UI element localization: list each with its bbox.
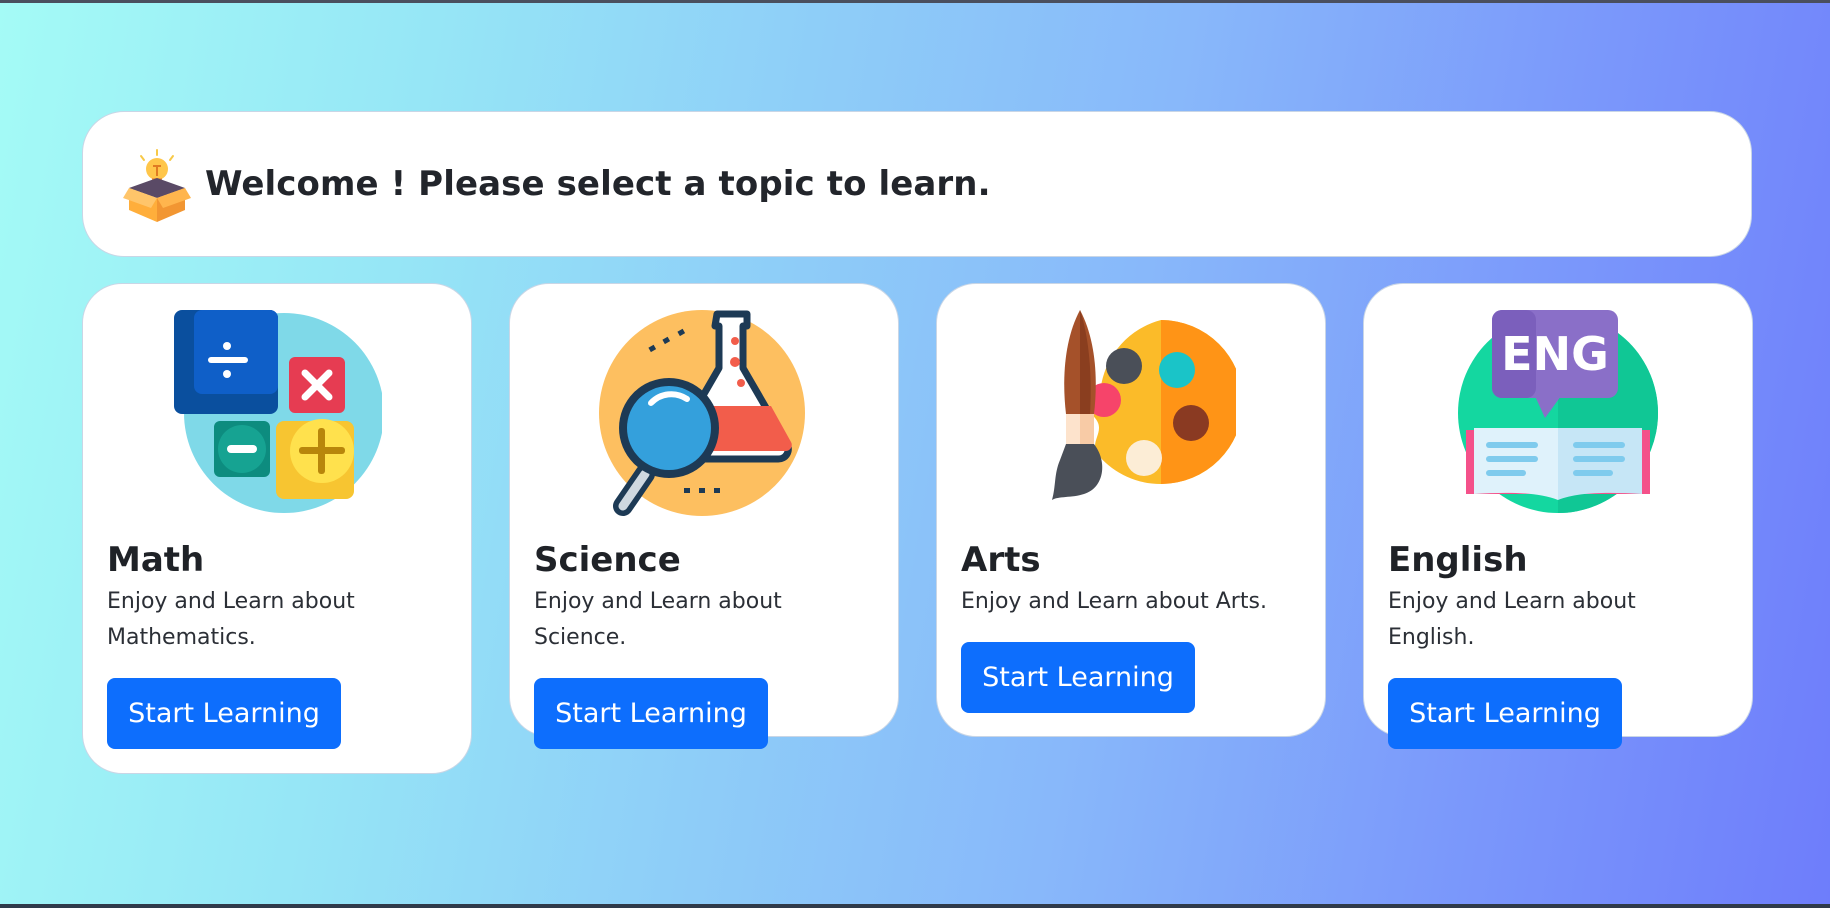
topic-card-math: Math Enjoy and Learn about Mathematics. … [82,283,472,774]
window-top-border [0,0,1830,3]
eng-lettering: ENG [1501,327,1609,381]
window-bottom-border [0,904,1830,908]
start-learning-science-button[interactable]: Start Learning [534,678,768,749]
topic-title: Science [534,540,681,580]
topic-title: Math [107,540,205,580]
start-learning-arts-button[interactable]: Start Learning [961,642,1195,713]
topic-card-english: ENG English Enjoy and Learn about Englis… [1363,283,1753,749]
start-learning-math-button[interactable]: Start Learning [107,678,341,749]
topic-card-science: Science Enjoy and Learn about Science. S… [509,283,899,749]
topic-title: Arts [961,540,1041,580]
math-icon [174,310,382,513]
science-icon [599,310,805,516]
arts-icon [1052,310,1236,500]
topic-title: English [1388,540,1528,580]
welcome-banner: Welcome ! Please select a topic to learn… [82,111,1752,257]
idea-box-icon [123,149,191,222]
welcome-heading: Welcome ! Please select a topic to learn… [205,164,991,204]
start-learning-english-button[interactable]: Start Learning [1388,678,1622,749]
topic-description: Enjoy and Learn about English. [1388,589,1636,650]
english-icon: ENG [1458,310,1658,513]
topic-description: Enjoy and Learn about Science. [534,589,782,650]
topic-card-arts: Arts Enjoy and Learn about Arts. Start L… [936,283,1326,737]
topic-description: Enjoy and Learn about Arts. [961,589,1267,614]
topic-description: Enjoy and Learn about Mathematics. [107,589,355,650]
